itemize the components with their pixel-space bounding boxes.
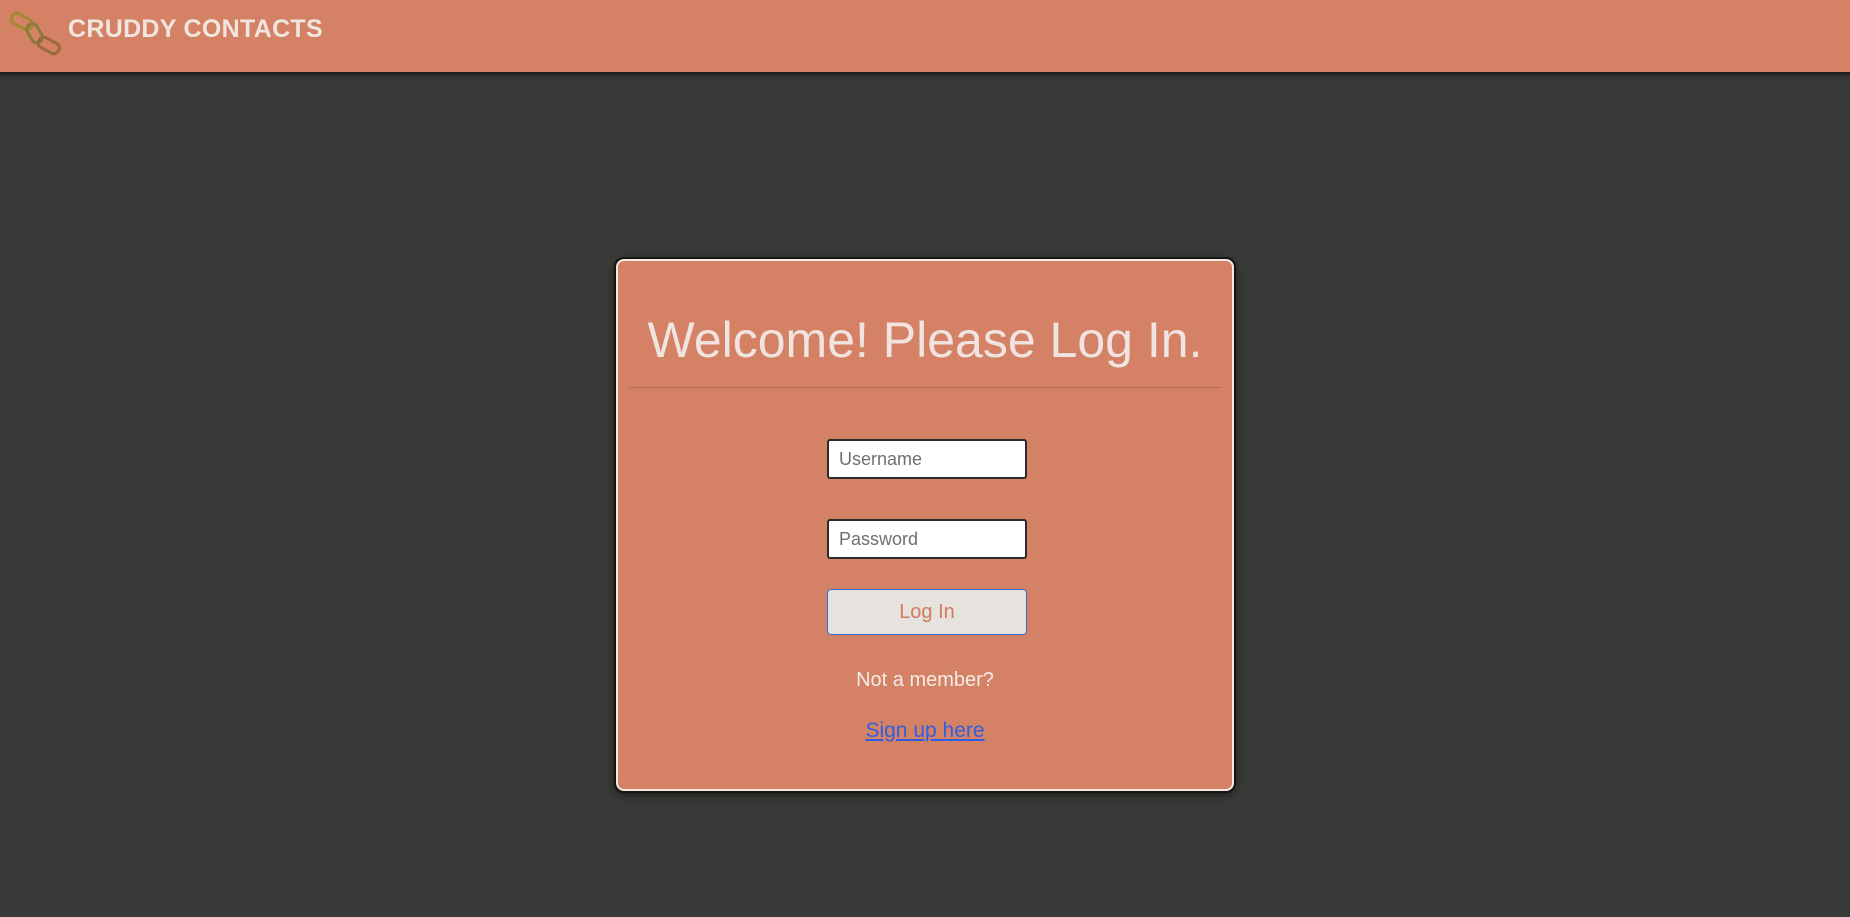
- login-card: Welcome! Please Log In. Log In Not a mem…: [616, 259, 1234, 791]
- signup-link[interactable]: Sign up here: [865, 719, 984, 742]
- divider: [629, 387, 1221, 388]
- top-navbar: CRUDDY CONTACTS: [0, 0, 1850, 74]
- signup-container: Sign up here: [618, 719, 1232, 743]
- username-input[interactable]: [827, 439, 1027, 479]
- login-button[interactable]: Log In: [827, 589, 1027, 635]
- login-title: Welcome! Please Log In.: [647, 312, 1203, 368]
- password-input[interactable]: [827, 519, 1027, 559]
- brand-title[interactable]: CRUDDY CONTACTS: [68, 15, 323, 44]
- chain-link-icon[interactable]: [8, 10, 64, 58]
- not-member-text: Not a member?: [856, 669, 994, 691]
